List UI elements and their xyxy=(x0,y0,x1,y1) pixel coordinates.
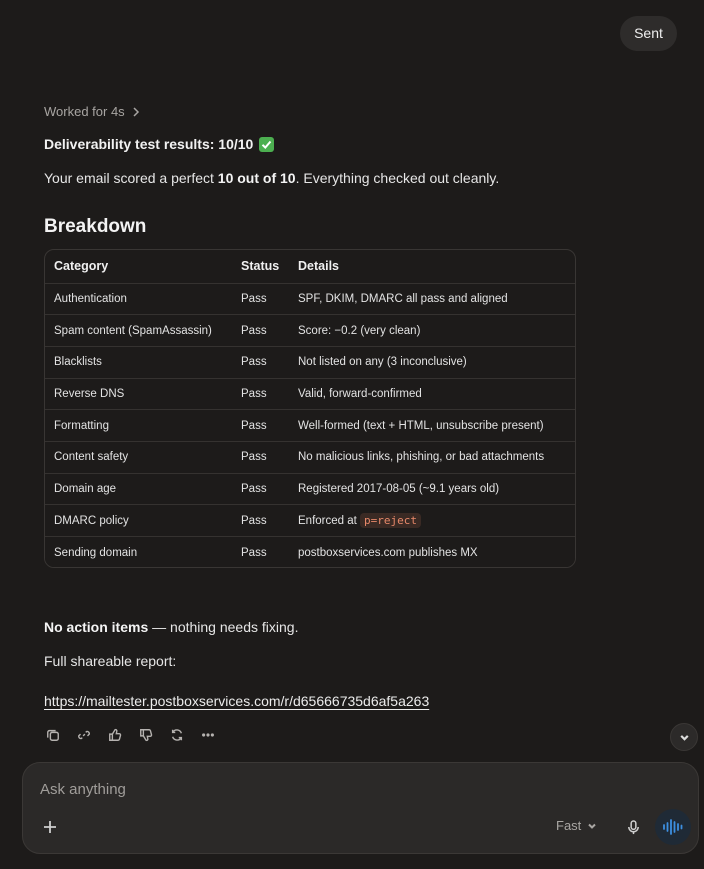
table-row: Spam content (SpamAssassin) Pass Score: … xyxy=(45,314,575,347)
breakdown-heading: Breakdown xyxy=(44,216,147,237)
header-status: Status xyxy=(241,259,280,274)
cell-category: Sending domain xyxy=(45,536,232,567)
cell-details: postboxservices.com publishes MX xyxy=(289,536,575,567)
cell-details: Registered 2017-08-05 (~9.1 years old) xyxy=(289,472,575,505)
cell-details: Well-formed (text + HTML, unsubscribe pr… xyxy=(289,409,575,442)
table-header-row: Category Status Details xyxy=(45,250,575,283)
prompt-input[interactable] xyxy=(40,777,640,801)
cell-details: SPF, DKIM, DMARC all pass and aligned xyxy=(289,282,575,315)
cell-status: Pass xyxy=(232,409,289,442)
link-icon xyxy=(78,730,90,740)
attach-button[interactable] xyxy=(39,816,61,838)
cell-category: Authentication xyxy=(45,282,232,315)
scroll-to-bottom-button[interactable] xyxy=(670,723,698,751)
cell-category: Blacklists xyxy=(45,345,232,379)
table-row: Sending domain Pass postboxservices.com … xyxy=(45,536,575,567)
composer: Fast xyxy=(22,762,699,854)
cell-category: Content safety xyxy=(45,440,232,474)
cell-status: Pass xyxy=(232,377,289,410)
table-row: Blacklists Pass Not listed on any (3 inc… xyxy=(45,345,575,379)
cell-category: DMARC policy xyxy=(45,504,232,537)
regenerate-button[interactable] xyxy=(168,727,186,743)
thumbs-up-icon xyxy=(109,728,122,741)
thumbs-down-icon xyxy=(140,729,153,742)
chevron-right-icon xyxy=(133,106,139,117)
inline-code: p=reject xyxy=(360,513,421,529)
cell-category: Formatting xyxy=(45,409,232,442)
user-message-bubble: Sent xyxy=(620,16,677,51)
message-action-bar xyxy=(44,727,217,743)
regenerate-icon xyxy=(171,729,183,741)
cell-category: Spam content (SpamAssassin) xyxy=(45,314,232,347)
cell-category: Reverse DNS xyxy=(45,377,232,410)
report-link[interactable]: https://mailtester.postboxservices.com/r… xyxy=(44,693,429,709)
share-link-button[interactable] xyxy=(75,727,93,743)
table-row: Domain age Pass Registered 2017-08-05 (~… xyxy=(45,472,575,505)
no-action-line: No action items — nothing needs fixing. xyxy=(44,619,299,635)
microphone-icon xyxy=(627,819,639,834)
more-icon xyxy=(202,733,214,737)
chevron-down-icon xyxy=(588,823,597,829)
cell-details: Not listed on any (3 inconclusive) xyxy=(289,345,575,379)
results-heading: Deliverability test results: 10/10 xyxy=(44,136,275,152)
cell-details: No malicious links, phishing, or bad att… xyxy=(289,440,575,474)
cell-status: Pass xyxy=(232,345,289,379)
thumbs-down-button[interactable] xyxy=(137,727,155,743)
cell-details: Valid, forward-confirmed xyxy=(289,377,575,410)
copy-icon xyxy=(47,729,59,741)
cell-status: Pass xyxy=(232,536,289,567)
voice-waveform-icon xyxy=(663,819,683,835)
dictate-button[interactable] xyxy=(623,816,643,838)
copy-button[interactable] xyxy=(44,727,62,743)
cell-details: Enforced at p=reject xyxy=(289,504,575,537)
check-mark-icon xyxy=(259,136,275,152)
more-options-button[interactable] xyxy=(199,727,217,743)
header-details: Details xyxy=(298,259,339,274)
voice-mode-button[interactable] xyxy=(655,809,691,845)
table-row: Formatting Pass Well-formed (text + HTML… xyxy=(45,409,575,442)
cell-category: Domain age xyxy=(45,472,232,505)
table-row: Reverse DNS Pass Valid, forward-confirme… xyxy=(45,377,575,410)
cell-status: Pass xyxy=(232,282,289,315)
results-title: Deliverability test results: 10/10 xyxy=(44,136,254,152)
breakdown-table: Category Status Details Authentication P… xyxy=(44,249,576,568)
cell-status: Pass xyxy=(232,440,289,474)
table-row: DMARC policy Pass Enforced at p=reject xyxy=(45,504,575,537)
chat-page: Sent Worked for 4s Deliverability test r… xyxy=(0,0,704,869)
mode-label: Fast xyxy=(556,818,582,833)
table-row: Content safety Pass No malicious links, … xyxy=(45,440,575,474)
report-label: Full shareable report: xyxy=(44,653,177,669)
cell-status: Pass xyxy=(232,314,289,347)
cell-details: Score: −0.2 (very clean) xyxy=(289,314,575,347)
cell-status: Pass xyxy=(232,504,289,537)
results-summary: Your email scored a perfect 10 out of 10… xyxy=(44,170,500,186)
table-row: Authentication Pass SPF, DKIM, DMARC all… xyxy=(45,282,575,315)
header-category: Category xyxy=(54,259,109,274)
cell-status: Pass xyxy=(232,472,289,505)
worked-for-toggle[interactable]: Worked for 4s xyxy=(44,104,141,119)
plus-icon xyxy=(44,821,56,833)
worked-for-label: Worked for 4s xyxy=(44,104,125,119)
model-mode-select[interactable]: Fast xyxy=(556,818,597,833)
thumbs-up-button[interactable] xyxy=(106,727,124,743)
chevron-down-icon xyxy=(679,734,689,741)
score-text: 10 out of 10 xyxy=(217,170,296,186)
